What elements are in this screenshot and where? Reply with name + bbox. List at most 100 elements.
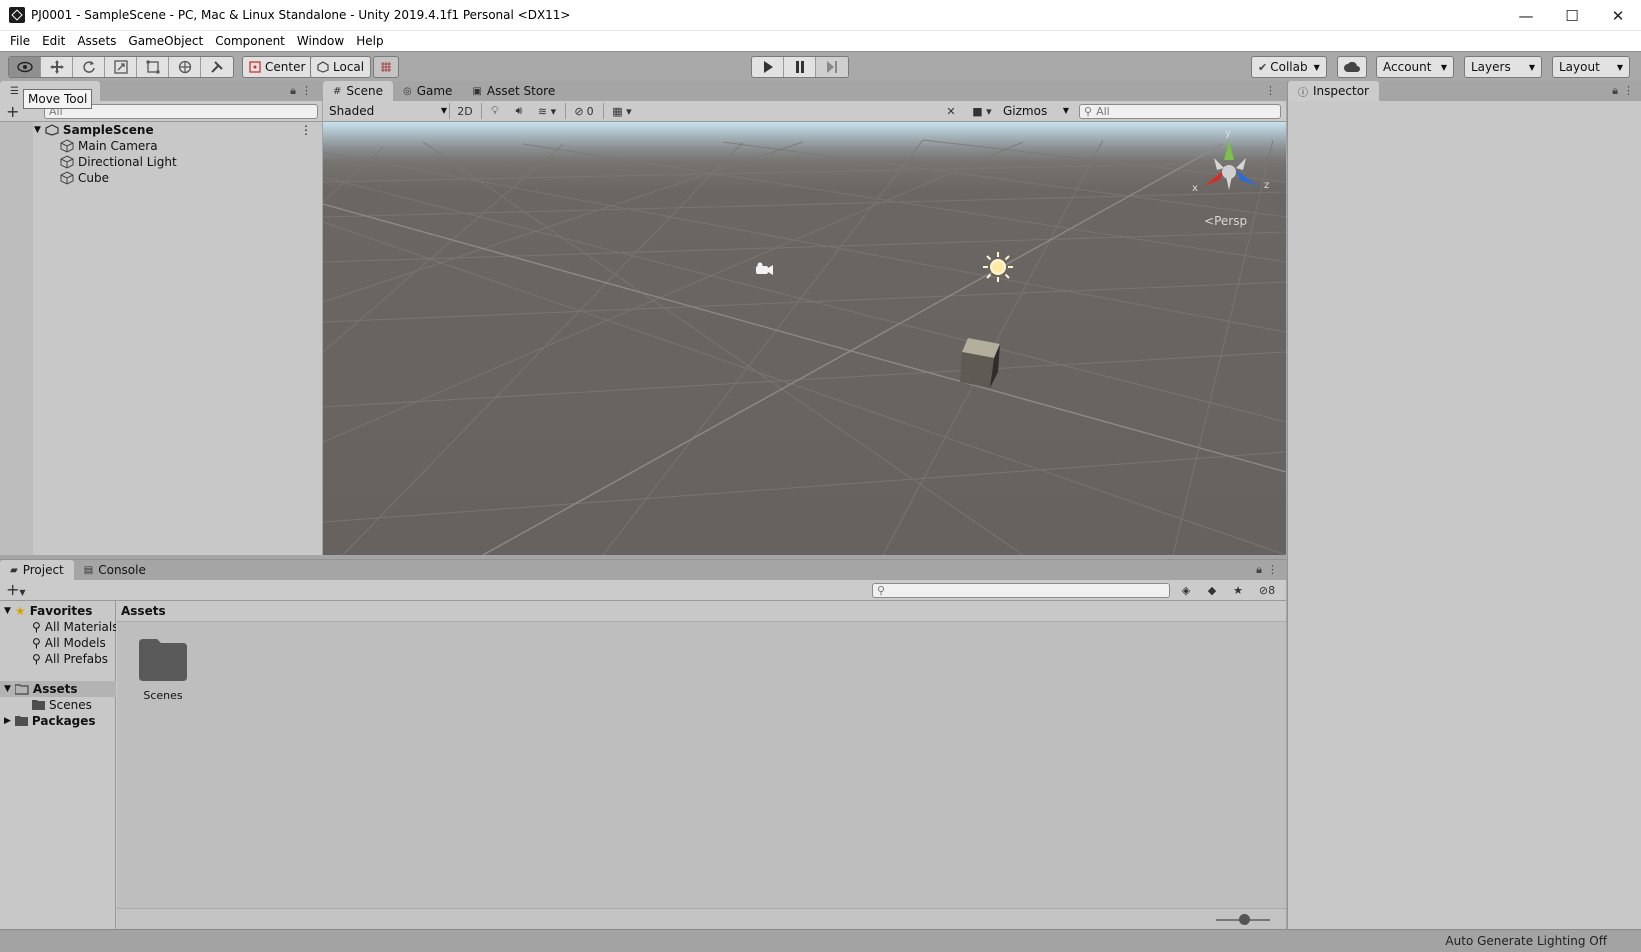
search-placeholder: All [1096,105,1110,118]
mode-2d-toggle[interactable]: 2D [451,102,479,120]
slider-thumb[interactable] [1239,914,1250,925]
add-icon[interactable]: + [6,102,19,121]
transform-tool-button[interactable] [169,57,201,77]
custom-tool-button[interactable] [201,57,233,77]
lock-icon[interactable]: 🔒︎ [290,84,296,98]
hierarchy-scene-row[interactable]: ▼ SampleScene ⋮ [34,122,320,138]
grid-visibility-dropdown[interactable]: ▦ ▾ [605,102,639,120]
tab-project[interactable]: ▰ Project [0,560,74,580]
hierarchy-item[interactable]: Directional Light [60,154,177,170]
expand-arrow-icon: ▼ [4,684,11,694]
packages-folder-row[interactable]: ▶ Packages [4,713,96,729]
favorite-button[interactable]: ★ [1226,581,1250,599]
assets-folder-row[interactable]: ▼ Assets [0,681,116,697]
orientation-gizmo[interactable]: y x z <Persp [1184,128,1274,238]
camera-settings-dropdown[interactable]: ■ ▾ [967,102,997,120]
menu-component[interactable]: Component [209,34,291,48]
play-icon [763,61,773,73]
create-add-button[interactable]: +▼ [6,580,26,599]
scene-search-input[interactable]: ⚲ All [1079,104,1281,119]
filter-type-icon: ◈ [1181,583,1191,597]
minimize-button[interactable]: — [1503,0,1549,31]
tab-game[interactable]: ◎ Game [393,81,462,101]
hidden-objects-toggle[interactable]: ⊘ 0 [567,102,601,120]
scene-effects-dropdown[interactable]: ≋ ▾ [531,102,563,120]
menu-gameobject[interactable]: GameObject [122,34,209,48]
project-tabbar: ▰ Project ▤ Console 🔒︎ ⋮ [0,560,1286,580]
perspective-icon: < [1204,214,1215,228]
projection-toggle[interactable]: <Persp [1204,214,1247,228]
pause-button[interactable] [784,57,816,77]
close-button[interactable]: ✕ [1595,0,1641,31]
tab-asset-store[interactable]: ▣ Asset Store [462,81,565,101]
cube-object[interactable] [954,334,1008,390]
asset-tile[interactable]: Scenes [133,639,193,709]
main-toolbar: Center Local ✔ Collab ▼ Account ▼ Layers… [0,51,1641,81]
layers-dropdown[interactable]: Layers ▼ [1464,56,1542,78]
menu-edit[interactable]: Edit [36,34,71,48]
tab-console[interactable]: ▤ Console [74,560,156,580]
more-options-icon[interactable]: ⋮ [301,84,312,97]
more-options-icon[interactable]: ⋮ [1267,563,1278,576]
scene-audio-toggle[interactable]: 🔊︎ [507,102,531,120]
scene-tools-button[interactable]: ✕ [939,102,963,120]
search-by-label-button[interactable]: ◆ [1200,581,1224,599]
pivot-space-toggle[interactable]: Local [310,56,372,78]
asset-tile-label: Scenes [143,689,183,702]
breadcrumb-assets[interactable]: Assets [121,604,166,618]
more-options-icon[interactable]: ⋮ [1265,84,1276,97]
favorite-item-label: All Prefabs [44,652,109,666]
camera-gizmo-icon[interactable] [753,262,775,278]
hidden-packages-toggle[interactable]: ⊘ 8 [1252,581,1282,599]
gameobject-cube-icon [60,139,74,153]
menu-window[interactable]: Window [291,34,350,48]
gizmos-dropdown[interactable]: Gizmos ▼ [1003,102,1069,119]
favorite-item[interactable]: ⚲ All Models [32,635,106,651]
pivot-center-toggle[interactable]: Center [242,56,313,78]
more-options-icon[interactable]: ⋮ [1623,84,1634,97]
collab-dropdown[interactable]: ✔ Collab ▼ [1251,56,1327,78]
favorites-row[interactable]: ▼ ★ Favorites [4,603,92,619]
account-dropdown[interactable]: Account ▼ [1376,56,1454,78]
favorite-item[interactable]: ⚲ All Materials [32,619,116,635]
move-tool-button[interactable] [41,57,73,77]
scene-lighting-toggle[interactable]: 💡︎ [483,102,507,120]
hierarchy-item[interactable]: Cube [60,170,109,186]
rect-tool-button[interactable] [137,57,169,77]
rotate-tool-button[interactable] [73,57,105,77]
project-search-input[interactable]: ⚲ [872,583,1170,598]
menu-help[interactable]: Help [350,34,389,48]
hierarchy-item[interactable]: Main Camera [60,138,158,154]
view-tool-button[interactable] [9,57,41,77]
cloud-services-button[interactable] [1337,56,1367,78]
scene-viewport[interactable]: y x z <Persp [323,122,1286,555]
folder-item-label: Scenes [49,698,92,712]
favorite-item[interactable]: ⚲ All Prefabs [32,651,108,667]
hidden-count: 0 [586,104,594,118]
layout-dropdown[interactable]: Layout ▼ [1552,56,1630,78]
lock-icon[interactable]: 🔒︎ [1256,563,1262,577]
favorites-label: Favorites [29,604,93,618]
scale-tool-button[interactable] [105,57,137,77]
pivot-icon [249,61,261,73]
folder-item[interactable]: Scenes [32,697,92,713]
menu-assets[interactable]: Assets [71,34,122,48]
tab-inspector[interactable]: ⓘ Inspector [1288,81,1379,101]
search-icon: ⚲ [1084,105,1093,118]
search-by-type-button[interactable]: ◈ [1174,581,1198,599]
menu-file[interactable]: File [4,34,36,48]
maximize-button[interactable]: ☐ [1549,0,1595,31]
folder-icon: ▰ [10,564,18,576]
play-button[interactable] [752,57,784,77]
breadcrumb: Assets [117,601,1286,622]
grid-snap-button[interactable] [373,56,399,78]
lighting-status[interactable]: Auto Generate Lighting Off [1445,934,1607,948]
scene-options-icon[interactable]: ⋮ [300,123,312,137]
step-button[interactable] [816,57,848,77]
playmode-controls [751,56,849,78]
tab-scene[interactable]: # Scene [323,81,393,101]
lock-icon[interactable]: 🔒︎ [1612,84,1618,98]
directional-light-gizmo-icon[interactable] [981,250,1015,284]
shading-mode-dropdown[interactable]: Shaded ▼ [329,102,447,119]
favorite-item-label: All Materials [44,620,116,634]
